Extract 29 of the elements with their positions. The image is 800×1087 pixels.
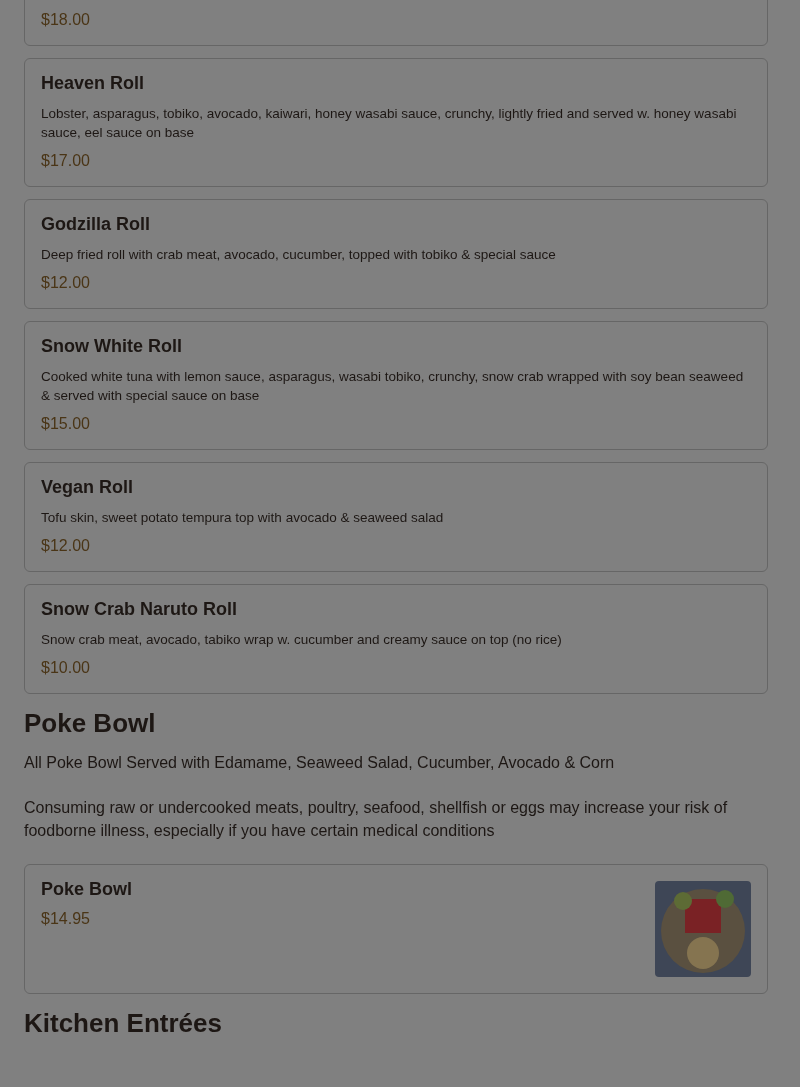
item-name: Vegan Roll (41, 477, 135, 498)
item-price: $17.00 (41, 152, 91, 170)
section-note: Consuming raw or undercooked meats, poultry, seafood, shellfish or eggs may increase your risk of foodborne illness, especially if you have certain medical conditions (24, 798, 729, 841)
item-description: Tofu skin, sweet potato tempura top with avocado & seaweed salad (41, 509, 444, 527)
item-name: Snow Crab Naruto Roll (41, 599, 238, 620)
item-description: Cooked white tuna with lemon sauce, asparagus, wasabi tobiko, crunchy, snow crab wrapped with soy bean seaweed & served with special sauce on base (41, 368, 745, 405)
item-price: $12.00 (41, 537, 91, 555)
item-name: Heaven Roll (41, 73, 146, 94)
item-price: $15.00 (41, 415, 91, 433)
section-note: All Poke Bowl Served with Edamame, Seaweed Salad, Cucumber, Avocado & Corn (24, 753, 616, 773)
menu-item-card[interactable]: Vegan Roll Tofu skin, sweet potato tempura top with avocado & seaweed salad $12.00 (24, 462, 768, 572)
item-price: $14.95 (41, 910, 91, 928)
item-description: Snow crab meat, avocado, tabiko wrap w. cucumber and creamy sauce on top (no rice) (41, 631, 562, 649)
item-description: Deep fried roll with crab meat, avocado, cucumber, topped with tobiko & special sauce (41, 246, 556, 264)
item-name: Snow White Roll (41, 336, 183, 357)
item-price: $12.00 (41, 274, 91, 292)
menu-item-card[interactable]: Snow Crab Naruto Roll Snow crab meat, avocado, tabiko wrap w. cucumber and creamy sauce on top (no rice) $10.00 (24, 584, 768, 694)
item-price: $18.00 (41, 11, 90, 29)
item-price: $10.00 (41, 659, 91, 677)
section-title: Kitchen Entrées (24, 1008, 223, 1039)
item-name: Godzilla Roll (41, 214, 151, 235)
menu-item-card[interactable]: Snow White Roll Cooked white tuna with lemon sauce, asparagus, wasabi tobiko, crunchy, snow crab wrapped with soy bean seaweed & served with special sauce on base $15.00 (24, 321, 768, 450)
menu-item-card[interactable]: Godzilla Roll Deep fried roll with crab meat, avocado, cucumber, topped with tobiko & special sauce $12.00 (24, 199, 768, 309)
section-title: Poke Bowl (24, 708, 157, 739)
item-name: Poke Bowl (41, 879, 133, 900)
menu-item-card[interactable]: Heaven Roll Lobster, asparagus, tobiko, avocado, kaiwari, honey wasabi sauce, crunchy, lightly fried and served w. honey wasabi sauce, eel sauce on base $17.00 (24, 58, 768, 187)
menu-item-card[interactable]: $18.00 (24, 0, 768, 46)
item-description: Lobster, asparagus, tobiko, avocado, kaiwari, honey wasabi sauce, crunchy, lightly fried and served w. honey wasabi sauce, eel sauce on base (41, 105, 738, 142)
menu-item-card[interactable]: Poke Bowl $14.95 (24, 864, 768, 994)
